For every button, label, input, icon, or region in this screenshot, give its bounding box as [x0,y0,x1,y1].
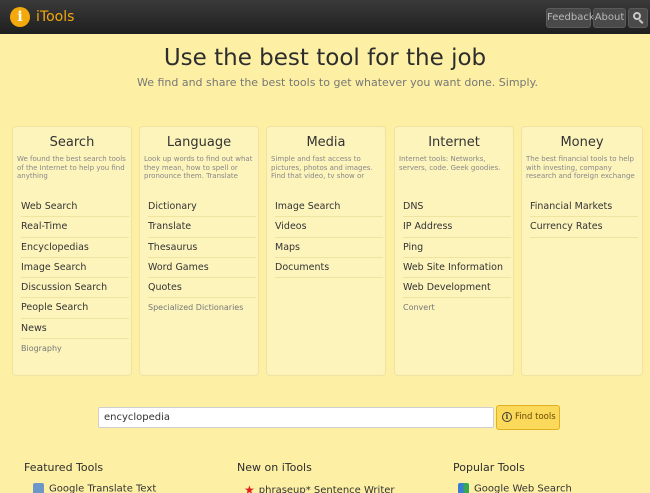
link-dns[interactable]: DNS [403,197,511,218]
info-logo-icon: i [10,7,30,27]
category-internet: Internet Internet tools: Networks, serve… [394,126,514,376]
category-title[interactable]: Money [522,135,642,150]
link-image-search[interactable]: Image Search [21,258,129,279]
link-biography[interactable]: Biography [21,339,129,359]
page-title: Use the best tool for the job [163,45,487,71]
category-links: DNS IP Address Ping Web Site Information… [403,197,511,319]
about-button[interactable]: About [593,8,626,28]
link-news[interactable]: News [21,319,129,340]
top-bar: i iTools Feedback About [0,0,650,34]
featured-tool-label: Google Translate Text [49,483,157,493]
link-ip-address[interactable]: IP Address [403,217,511,238]
link-financial-markets[interactable]: Financial Markets [530,197,638,218]
find-tools-button[interactable]: i Find tools [496,405,560,430]
category-description: We found the best search tools of the In… [17,155,126,180]
feedback-button[interactable]: Feedback [546,8,595,28]
category-money: Money The best financial tools to help w… [521,126,643,376]
category-description: Simple and fast access to pictures, phot… [271,155,373,180]
category-links: Web Search Real-Time Encyclopedias Image… [21,197,129,359]
featured-tools-heading: Featured Tools [24,461,104,474]
link-dictionary[interactable]: Dictionary [148,197,256,218]
category-description: Internet tools: Networks, servers, code.… [399,155,501,172]
info-icon: i [502,411,512,422]
category-media: Media Simple and fast access to pictures… [266,126,386,376]
link-specialized-dictionaries[interactable]: Specialized Dictionaries [148,298,256,318]
search-input[interactable]: encyclopedia [98,407,494,428]
category-title[interactable]: Language [140,135,258,150]
link-quotes[interactable]: Quotes [148,278,256,299]
category-search: Search We found the best search tools of… [12,126,132,376]
popular-tool-item[interactable]: Google Web Search [458,483,572,493]
link-image-search[interactable]: Image Search [275,197,383,218]
new-tool-item[interactable]: ★ phraseup* Sentence Writer [244,483,395,493]
new-tool-label: phraseup* Sentence Writer [258,485,395,493]
category-title[interactable]: Search [13,135,131,150]
category-links: Financial Markets Currency Rates [530,197,638,238]
link-documents[interactable]: Documents [275,258,383,279]
category-description: Look up words to find out what they mean… [144,155,253,180]
new-on-itools-heading: New on iTools [237,461,312,474]
popular-tools-heading: Popular Tools [453,461,525,474]
link-people-search[interactable]: People Search [21,298,129,319]
category-language: Language Look up words to find out what … [139,126,259,376]
link-encyclopedias[interactable]: Encyclopedias [21,238,129,258]
link-thesaurus[interactable]: Thesaurus [148,238,256,258]
app-name: iTools [36,9,75,25]
link-maps[interactable]: Maps [275,238,383,258]
category-links: Image Search Videos Maps Documents [275,197,383,279]
find-tools-label: Find tools [515,412,556,422]
search-icon [633,12,644,24]
featured-tool-item[interactable]: Google Translate Text [33,483,156,493]
search-button[interactable] [628,8,648,28]
link-translate[interactable]: Translate [148,217,256,238]
link-real-time[interactable]: Real-Time [21,217,129,238]
category-title[interactable]: Internet [395,135,513,150]
link-convert[interactable]: Convert [403,298,511,318]
link-videos[interactable]: Videos [275,217,383,238]
popular-tool-label: Google Web Search [474,483,572,493]
link-web-site-information[interactable]: Web Site Information [403,258,511,279]
category-title[interactable]: Media [267,135,385,150]
category-description: The best financial tools to help with in… [526,155,635,180]
link-ping[interactable]: Ping [403,238,511,258]
link-discussion-search[interactable]: Discussion Search [21,278,129,299]
category-links: Dictionary Translate Thesaurus Word Game… [148,197,256,319]
page-subtitle: We find and share the best tools to get … [136,76,539,89]
google-web-search-icon [458,483,469,493]
link-currency-rates[interactable]: Currency Rates [530,217,638,238]
link-web-development[interactable]: Web Development [403,278,511,299]
logo[interactable]: i iTools [10,7,74,27]
link-word-games[interactable]: Word Games [148,258,256,279]
link-web-search[interactable]: Web Search [21,197,129,218]
star-icon: ★ [244,483,255,493]
google-translate-icon [33,483,44,493]
